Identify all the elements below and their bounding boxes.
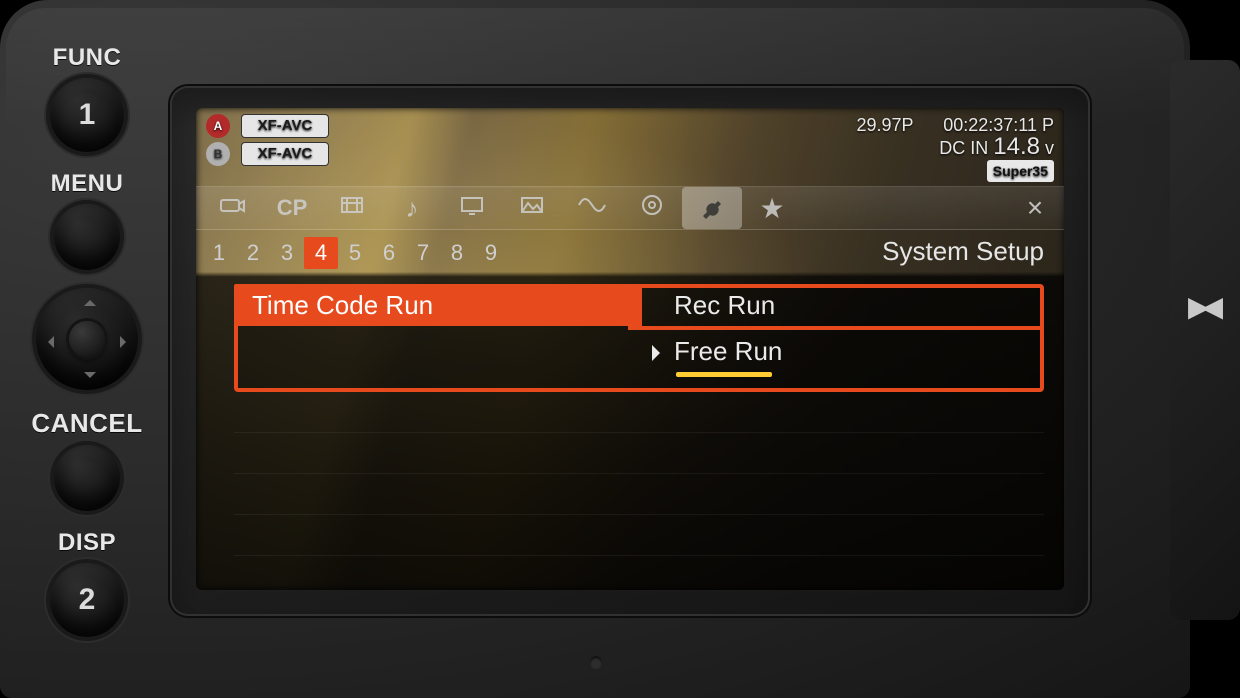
lcd-bezel: A XF-AVC B XF-AVC 29.97P 00:22:37:11 P D… [170,86,1090,616]
func-label: FUNC [22,44,152,72]
joystick-right-icon [120,336,132,348]
joystick-stick [69,321,105,357]
page-3[interactable]: 3 [270,240,304,266]
photo-frame: ▶◀ FUNC 1 MENU CANCEL DISP 2 A [0,0,1240,698]
joystick-up-icon [84,294,96,306]
menu-category-title: System Setup [882,236,1044,267]
page-5[interactable]: 5 [338,240,372,266]
framerate-value: 29.97P [856,115,913,135]
joystick[interactable] [36,288,138,390]
disp-label: DISP [22,529,152,557]
lcd-screen[interactable]: A XF-AVC B XF-AVC 29.97P 00:22:37:11 P D… [196,108,1064,590]
slot-a-icon: A [206,114,230,138]
tab-assist-icon[interactable] [502,194,562,222]
tab-camera-icon[interactable] [202,194,262,222]
setting-name: Time Code Run [234,284,642,326]
tab-audio-icon[interactable]: ♪ [382,193,442,224]
selected-caret-icon [652,345,668,361]
menu-page-row: 1 2 3 4 5 6 7 8 9 [202,232,508,274]
dcin-label: DC IN [939,138,993,158]
tab-custom-picture-icon[interactable]: CP [262,195,322,221]
slot-b-icon: B [206,142,230,166]
flip-arrows-icon: ▶◀ [1188,290,1215,323]
slot-b-codec-badge: XF-AVC [242,143,328,165]
page-9[interactable]: 9 [474,240,508,266]
tab-system-setup-icon[interactable] [682,187,742,229]
tab-monitor-icon[interactable] [442,194,502,222]
tab-my-menu-icon[interactable]: ★ [742,192,802,225]
page-1[interactable]: 1 [202,240,236,266]
tab-network-icon[interactable] [562,195,622,221]
page-6[interactable]: 6 [372,240,406,266]
menu-line-grid [234,392,1044,576]
disp-2-button[interactable]: 2 [50,563,124,637]
menu-setting-card: Time Code Run Rec Run Free Run [234,284,1044,384]
cancel-label: CANCEL [22,408,152,439]
menu-tabs-row: CP ♪ ★ [196,186,1064,230]
menu-button[interactable] [54,204,120,270]
joystick-down-icon [84,372,96,384]
status-right: 29.97P 00:22:37:11 P DC IN 14.8 v Super3… [856,114,1054,182]
option-free-run[interactable]: Free Run [652,336,782,367]
hardware-buttons-column: FUNC 1 MENU CANCEL DISP 2 [22,44,152,655]
func-1-button[interactable]: 1 [50,78,124,152]
selected-underline [676,372,772,377]
dcin-unit: v [1040,138,1054,158]
page-8[interactable]: 8 [440,240,474,266]
dcin-value: 14.8 [993,133,1040,160]
close-menu-button[interactable]: × [1012,192,1058,224]
status-bar: A XF-AVC B XF-AVC 29.97P 00:22:37:11 P D… [206,114,1054,178]
timecode-value: 00:22:37:11 P [943,115,1054,135]
slot-a-codec-badge: XF-AVC [242,115,328,137]
page-7[interactable]: 7 [406,240,440,266]
joystick-left-icon [42,336,54,348]
page-2[interactable]: 2 [236,240,270,266]
camera-body-grip: ▶◀ [1170,60,1240,620]
option-rec-run[interactable]: Rec Run [674,290,775,321]
sensor-badge: Super35 [987,160,1054,182]
tab-clip-icon[interactable] [322,194,382,222]
page-4[interactable]: 4 [304,237,338,269]
tab-media-icon[interactable] [622,192,682,224]
indicator-dot [590,656,602,668]
cancel-button[interactable] [54,445,120,511]
menu-label: MENU [22,170,152,198]
